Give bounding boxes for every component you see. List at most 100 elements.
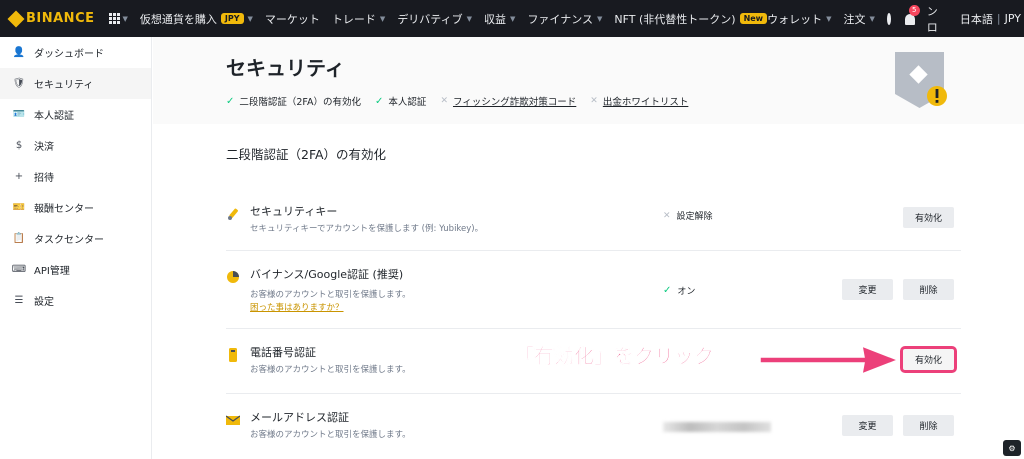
delete-authenticator-button[interactable]: 削除	[903, 279, 954, 300]
row-status-label: 設定解除	[676, 212, 713, 222]
sidebar-item-label: セキュリティ	[34, 80, 94, 91]
chevron-down-icon: ▼	[122, 14, 128, 23]
row-status-label: オン	[677, 287, 696, 297]
chevron-down-icon: ▼	[510, 14, 516, 23]
status-link[interactable]: フィッシング詐欺対策コード	[453, 94, 576, 108]
nav-finance-label: ファイナンス	[527, 12, 593, 26]
change-email-button[interactable]: 変更	[842, 415, 893, 436]
instruction-annotation: 「有効化」をクリック	[514, 344, 715, 369]
sidebar-item-settings[interactable]: ☰ 設定	[0, 285, 151, 316]
close-icon: ✕	[663, 210, 671, 221]
row-status: ✓ オン	[663, 284, 695, 297]
status-withdrawal-whitelist[interactable]: ✕ 出金ホワイトリスト	[590, 94, 688, 108]
sidebar-item-label: 設定	[34, 297, 54, 308]
apps-grid-icon	[108, 13, 120, 24]
row-description: お客様のアカウントと取引を保護します。	[250, 365, 411, 375]
nav-trade[interactable]: トレード ▼	[332, 11, 385, 27]
nav-markets-label: マーケット	[264, 12, 320, 26]
nav-earn-label: 収益	[484, 12, 507, 26]
dollar-icon: $	[15, 140, 23, 151]
sidebar-item-security[interactable]: 🛡 セキュリティ	[0, 68, 151, 99]
chevron-down-icon: ▼	[826, 14, 832, 23]
close-icon: ✕	[440, 96, 448, 106]
change-authenticator-button[interactable]: 変更	[842, 279, 893, 300]
nav-derivatives[interactable]: デリバティブ ▼	[397, 11, 472, 27]
sidebar-item-referral[interactable]: + 招待	[0, 161, 151, 192]
notifications-button[interactable]: 5	[903, 4, 920, 26]
nav-buy-crypto-label: 仮想通貨を購入	[139, 12, 217, 26]
new-pill: New	[739, 13, 768, 24]
enable-phone-button[interactable]: 有効化	[900, 346, 957, 373]
nav-wallet-label: ウォレット	[767, 12, 823, 26]
nav-orders-label: 注文	[843, 12, 866, 26]
sidebar-item-label: 本人認証	[34, 111, 74, 122]
binance-logo-icon	[7, 10, 25, 27]
security-key-icon	[228, 208, 238, 220]
binance-logo[interactable]: BINANCE	[7, 10, 95, 27]
nav-wallet[interactable]: ウォレット ▼	[767, 11, 831, 27]
top-navigation-bar: BINANCE ▼ 仮想通貨を購入 JPY ▼ マーケット トレード ▼ デリバ…	[0, 0, 1024, 66]
clipboard-icon: 📋	[12, 233, 26, 244]
user-icon: 👤	[12, 47, 26, 58]
row-status-blurred	[663, 422, 771, 432]
nav-buy-crypto[interactable]: 仮想通貨を購入 JPY ▼	[140, 11, 253, 27]
sidebar-item-reward-center[interactable]: 🎫 報酬センター	[0, 192, 151, 223]
status-identity: ✓ 本人認証	[375, 94, 427, 109]
nav-trade-label: トレード	[331, 12, 376, 26]
status-label: 二段階認証（2FA）の有効化	[239, 97, 362, 108]
api-icon: ⌨	[11, 264, 27, 275]
id-card-icon: 🪪	[12, 109, 26, 120]
settings-corner-icon[interactable]: ⚙	[1003, 440, 1021, 456]
arrow-right-icon	[760, 344, 900, 376]
chevron-down-icon: ▼	[466, 14, 473, 23]
sidebar-item-label: 招待	[34, 173, 54, 184]
ticket-icon: 🎫	[12, 202, 26, 213]
nav-markets[interactable]: マーケット	[265, 11, 320, 27]
nav-orders[interactable]: 注文 ▼	[843, 11, 874, 27]
envelope-icon	[226, 415, 240, 425]
security-header: セキュリティ ✓ 二段階認証（2FA）の有効化 ✓ 本人認証 ✕ フィッシング詐…	[153, 37, 1024, 124]
sidebar-item-task-center[interactable]: 📋 タスクセンター	[0, 223, 151, 254]
row-status: ✕ 設定解除	[663, 209, 713, 223]
notification-count-badge: 5	[908, 4, 920, 16]
nav-finance[interactable]: ファイナンス ▼	[527, 11, 602, 27]
delete-email-button[interactable]: 削除	[903, 415, 954, 436]
check-icon: ✓	[226, 95, 235, 107]
status-link[interactable]: 出金ホワイトリスト	[603, 94, 689, 108]
phone-icon	[229, 348, 237, 362]
status-2fa: ✓ 二段階認証（2FA）の有効化	[226, 94, 362, 109]
status-label: 本人認証	[388, 97, 427, 108]
google-authenticator-row: バイナンス/Google認証 (推奨) お客様のアカウントと取引を保護します。 …	[226, 266, 961, 329]
chevron-down-icon: ▼	[379, 14, 386, 23]
chevron-down-icon: ▼	[869, 14, 875, 23]
apps-menu-button[interactable]: ▼	[108, 13, 128, 24]
email-verification-row: メールアドレス認証 お客様のアカウントと取引を保護します。 変更 削除	[226, 409, 961, 459]
row-description: お客様のアカウントと取引を保護します。	[250, 290, 411, 300]
help-link[interactable]: 困った事はありますか？	[250, 301, 344, 313]
sidebar-item-dashboard[interactable]: 👤 ダッシュボード	[0, 37, 151, 68]
brand-name: BINANCE	[26, 11, 95, 26]
jpy-pill: JPY	[220, 13, 244, 24]
sidebar-item-label: ダッシュボード	[34, 49, 104, 60]
close-icon: ✕	[590, 96, 598, 106]
language-separator: |	[996, 12, 1001, 25]
sidebar-item-identification[interactable]: 🪪 本人認証	[0, 99, 151, 130]
sliders-icon: ☰	[14, 295, 24, 306]
add-user-icon: +	[14, 171, 24, 182]
nav-nft[interactable]: NFT (非代替性トークン) New	[614, 11, 768, 27]
chevron-down-icon: ▼	[597, 14, 603, 23]
nav-earn[interactable]: 収益 ▼	[484, 11, 515, 27]
sidebar-item-label: API管理	[34, 266, 70, 277]
sidebar: 👤 ダッシュボード 🛡 セキュリティ 🪪 本人認証 $ 決済 + 招待 🎫 報酬…	[0, 37, 152, 459]
status-anti-phishing[interactable]: ✕ フィッシング詐欺対策コード	[440, 94, 576, 108]
check-icon: ✓	[375, 95, 384, 107]
sidebar-item-api-management[interactable]: ⌨ API管理	[0, 254, 151, 285]
currency-label: JPY	[1004, 12, 1021, 25]
security-key-row: セキュリティキー セキュリティキーでアカウントを保護します (例: Yubike…	[226, 203, 961, 251]
enable-security-key-button[interactable]: 有効化	[903, 207, 954, 228]
language-label: 日本語	[959, 12, 993, 26]
sidebar-item-label: 決済	[34, 142, 54, 153]
language-currency-selector[interactable]: 日本語 | JPY	[960, 11, 1021, 27]
user-icon[interactable]	[886, 12, 891, 25]
sidebar-item-payment[interactable]: $ 決済	[0, 130, 151, 161]
